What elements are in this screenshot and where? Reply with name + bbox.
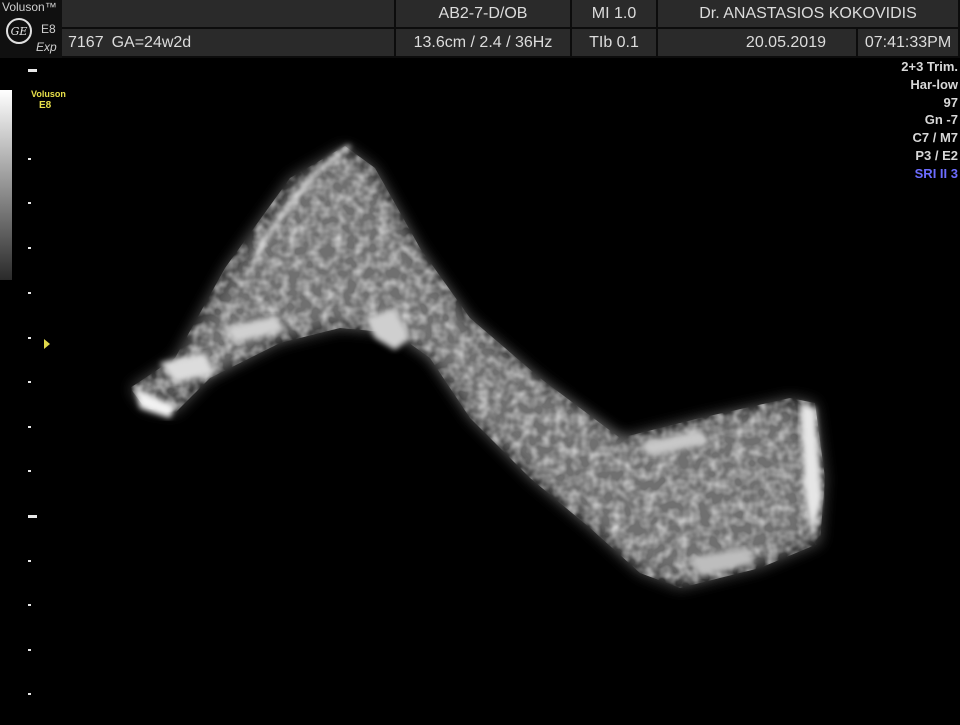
model-name: E8 [41, 22, 56, 36]
voluson-small-logo: Voluson E8 [31, 89, 66, 111]
depth-tick [28, 470, 31, 472]
small-logo-line2: E8 [39, 100, 52, 111]
depth-tick [28, 426, 31, 428]
parameter-panel: 2+3 Trim. Har-low 97 Gn -7 C7 / M7 P3 / … [901, 58, 958, 183]
tib-value: TIb 0.1 [572, 29, 658, 58]
persistence-enhance: P3 / E2 [915, 147, 958, 163]
depth-tick [28, 247, 31, 249]
preset-label: 2+3 Trim. [901, 59, 958, 74]
logo-area: Voluson™ GE E8 Exp [0, 0, 62, 58]
grayscale-bar [0, 90, 12, 280]
compound-map: C7 / M7 [912, 130, 958, 146]
probe-label: AB2-7-D/OB [396, 0, 572, 29]
physician-name: Dr. ANASTASIOS KOKOVIDIS [658, 0, 960, 29]
depth-tick [28, 381, 31, 383]
sri-value: SRI II 3 [914, 165, 958, 181]
depth-tick [28, 604, 31, 606]
ultrasound-image [0, 58, 960, 720]
depth-tick [28, 693, 31, 695]
header-cell-blank [62, 0, 396, 29]
exam-date: 20.05.2019 [658, 29, 858, 58]
depth-tick [28, 292, 31, 294]
fetal-limb-scan [130, 144, 825, 588]
gain-value: Gn -7 [924, 112, 958, 128]
depth-tick [28, 515, 37, 518]
power-value: 97 [943, 94, 958, 110]
depth-tick [28, 337, 31, 339]
ge-logo-icon: GE [6, 18, 32, 44]
depth-tick [28, 69, 37, 72]
patient-info: 7167 GA=24w2d [62, 29, 396, 58]
patient-id: 7167 [68, 33, 104, 51]
mi-value: MI 1.0 [572, 0, 658, 29]
small-logo-line1: Voluson [31, 89, 66, 99]
header-bar: Voluson™ GE E8 Exp AB2-7-D/OB MI 1.0 Dr.… [0, 0, 960, 58]
harmonic-label: Har-low [910, 76, 958, 92]
focus-marker-icon[interactable] [44, 339, 50, 349]
depth-tick [28, 560, 31, 562]
mode-label: Exp [36, 40, 57, 54]
depth-tick [28, 649, 31, 651]
exam-time: 07:41:33PM [858, 29, 960, 58]
gestational-age: GA=24w2d [111, 33, 192, 51]
depth-tick [28, 202, 31, 204]
depth-frequency: 13.6cm / 2.4 / 36Hz [396, 29, 572, 58]
brand-name: Voluson™ [2, 0, 57, 14]
depth-tick [28, 158, 31, 160]
